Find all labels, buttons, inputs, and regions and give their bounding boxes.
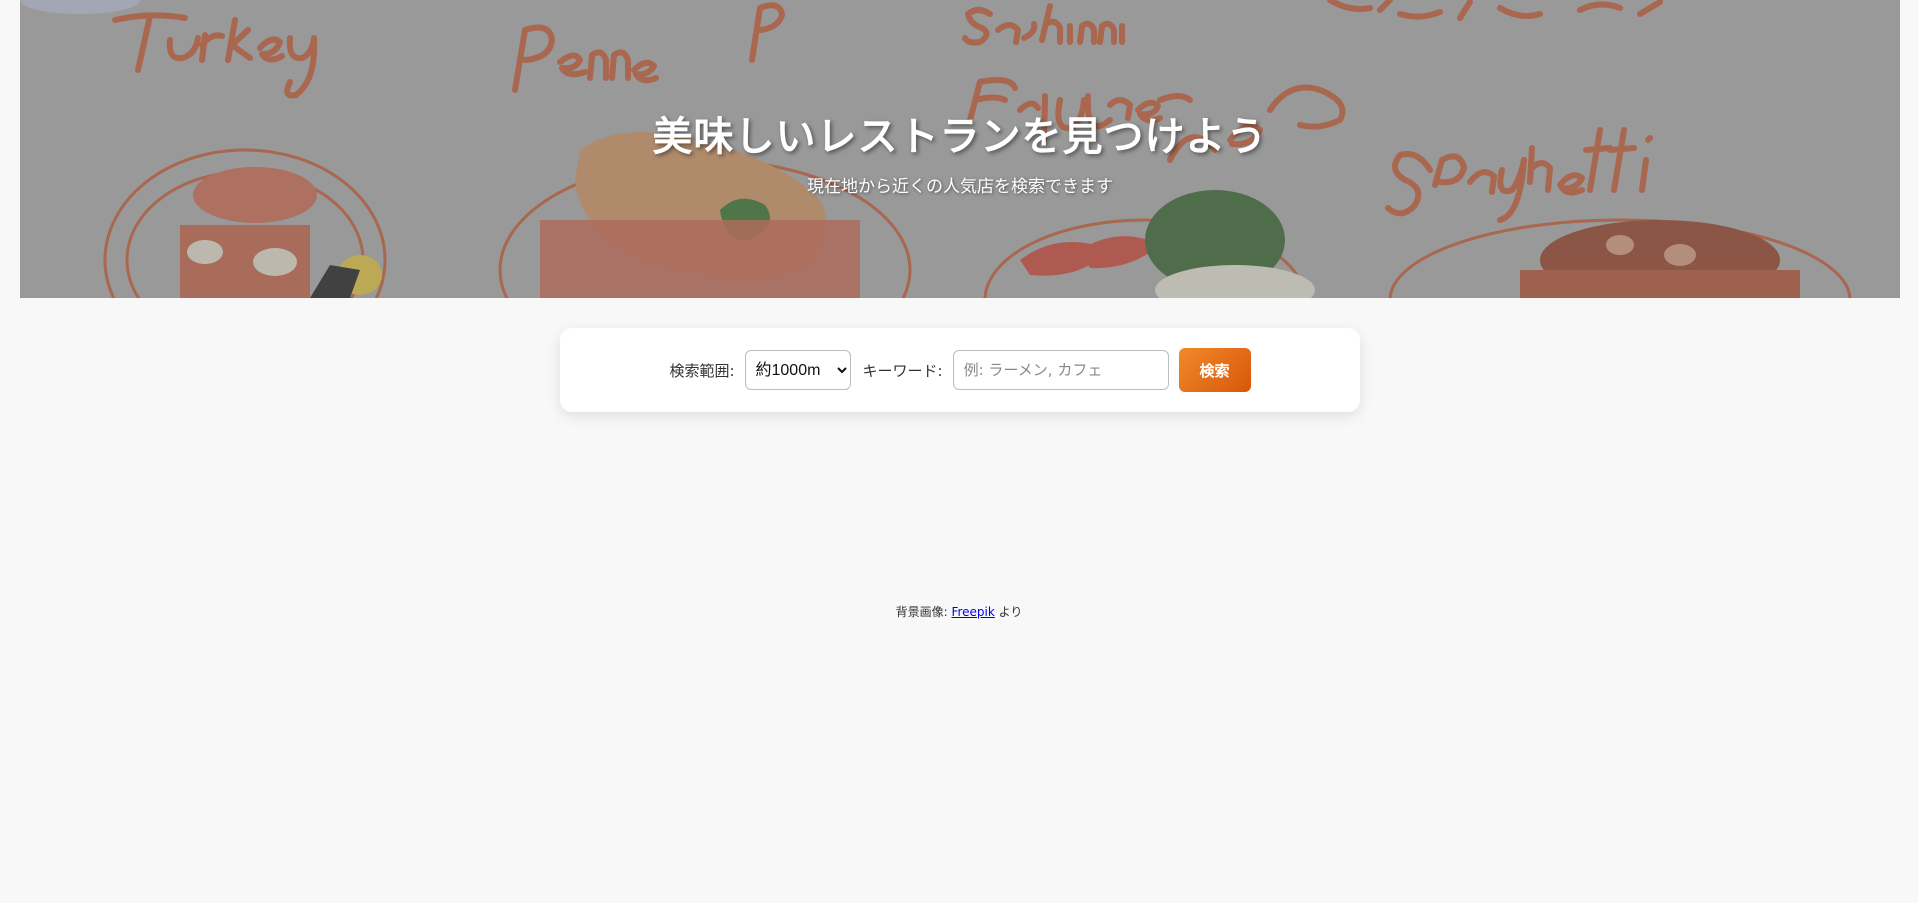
range-label: 検索範囲: [669, 361, 735, 380]
keyword-input[interactable] [952, 350, 1169, 390]
page-title: 美味しいレストランを見つけよう [652, 114, 1268, 160]
search-button[interactable]: 検索 [1178, 348, 1251, 392]
keyword-label: キーワード: [862, 361, 943, 380]
hero-banner: 美味しいレストランを見つけよう 現在地から近くの人気店を検索できます [20, 0, 1900, 298]
credit-prefix: 背景画像: [895, 605, 948, 619]
freepik-link[interactable]: Freepik [951, 605, 994, 619]
page-subtitle: 現在地から近くの人気店を検索できます [807, 177, 1113, 197]
credit-suffix: より [998, 605, 1023, 619]
image-credit: 背景画像: Freepik より [0, 603, 1918, 620]
search-form: 検索範囲: 約1000m キーワード: 検索 [560, 328, 1360, 412]
range-select[interactable]: 約1000m [744, 350, 851, 390]
